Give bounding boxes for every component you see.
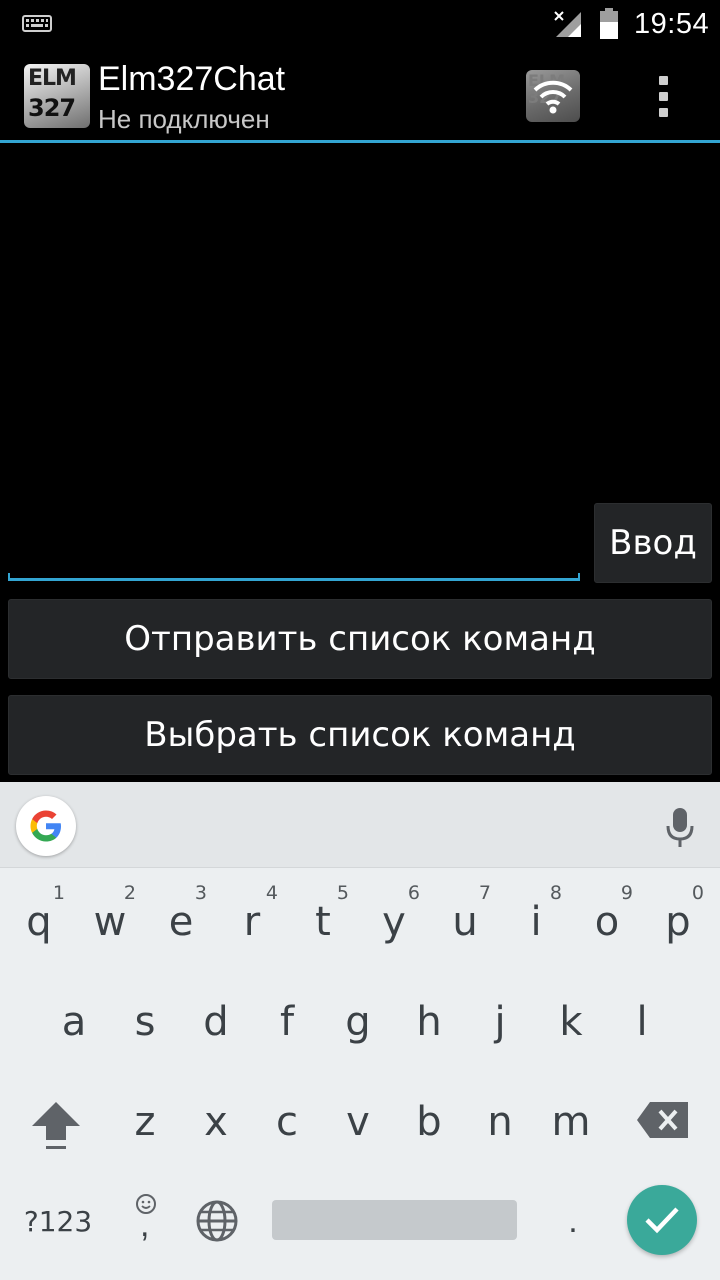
wifi-icon [533, 80, 573, 114]
space-bar[interactable] [272, 1200, 517, 1240]
status-time: 19:54 [634, 8, 710, 40]
key-hint: 2 [123, 882, 136, 904]
status-bar: 19:54 [0, 0, 720, 48]
command-input[interactable] [8, 505, 580, 583]
key-b[interactable]: b [399, 1082, 459, 1162]
key-label: t [315, 899, 331, 945]
key-label: q [26, 899, 52, 945]
emoji-comma-key[interactable]: , [128, 1192, 164, 1244]
key-hint: 5 [336, 882, 349, 904]
key-label: u [452, 899, 478, 945]
keyboard-icon [22, 15, 52, 32]
key-label: e [168, 899, 194, 945]
key-g[interactable]: g [328, 982, 388, 1062]
key-hint: 3 [194, 882, 207, 904]
connection-status: Не подключен [98, 104, 270, 134]
key-f[interactable]: f [257, 982, 317, 1062]
overflow-dot [659, 108, 668, 117]
key-o[interactable]: 9o [577, 882, 637, 962]
key-u[interactable]: 7u [435, 882, 495, 962]
key-t[interactable]: 5t [293, 882, 353, 962]
symbols-key[interactable]: ?123 [18, 1196, 98, 1246]
key-q[interactable]: 1q [9, 882, 69, 962]
key-hint: 9 [620, 882, 633, 904]
mic-icon[interactable] [664, 806, 696, 850]
overflow-menu-icon[interactable] [650, 74, 678, 118]
key-z[interactable]: z [115, 1082, 175, 1162]
key-e[interactable]: 3e [151, 882, 211, 962]
check-icon [645, 1207, 679, 1234]
key-label: o [594, 899, 620, 945]
soft-keyboard: 1q 2w 3e 4r 5t 6y 7u 8i 9o 0p a s d f g … [0, 782, 720, 1280]
key-r[interactable]: 4r [222, 882, 282, 962]
signal-icon [554, 11, 581, 37]
select-command-list-button[interactable]: Выбрать список команд [8, 695, 712, 775]
comma-label: , [140, 1206, 150, 1244]
battery-icon [600, 8, 618, 39]
backspace-icon[interactable] [636, 1100, 690, 1140]
key-h[interactable]: h [399, 982, 459, 1062]
key-hint: 1 [52, 882, 65, 904]
key-hint: 6 [407, 882, 420, 904]
key-y[interactable]: 6y [364, 882, 424, 962]
action-bar: ELM 327 Elm327Chat Не подключен ELM 327 [0, 48, 720, 142]
logo-text-line2: 327 [28, 94, 76, 122]
key-m[interactable]: m [541, 1082, 601, 1162]
key-label: y [382, 899, 406, 945]
key-hint: 7 [478, 882, 491, 904]
key-hint: 0 [691, 882, 704, 904]
send-command-list-button[interactable]: Отправить список команд [8, 599, 712, 679]
key-l[interactable]: l [612, 982, 672, 1062]
period-key[interactable]: . [556, 1196, 590, 1246]
key-s[interactable]: s [115, 982, 175, 1062]
command-input-underline [8, 573, 580, 581]
key-p[interactable]: 0p [648, 882, 708, 962]
key-label: w [93, 899, 127, 945]
chat-log [0, 143, 720, 498]
key-n[interactable]: n [470, 1082, 530, 1162]
keyboard-toolbar [0, 782, 720, 868]
key-j[interactable]: j [470, 982, 530, 1062]
shift-icon[interactable] [28, 1100, 84, 1152]
key-d[interactable]: d [186, 982, 246, 1062]
google-search-button[interactable] [16, 796, 76, 856]
key-hint: 4 [265, 882, 278, 904]
key-c[interactable]: c [257, 1082, 317, 1162]
key-v[interactable]: v [328, 1082, 388, 1162]
key-label: p [665, 899, 691, 945]
overflow-dot [659, 76, 668, 85]
keyboard-enter-button[interactable] [627, 1185, 697, 1255]
google-icon [30, 810, 61, 842]
key-x[interactable]: x [186, 1082, 246, 1162]
key-w[interactable]: 2w [80, 882, 140, 962]
key-label: r [243, 899, 261, 945]
overflow-dot [659, 92, 668, 101]
app-title: Elm327Chat [98, 60, 286, 98]
key-hint: 8 [549, 882, 562, 904]
app-logo: ELM 327 [24, 64, 90, 128]
enter-button[interactable]: Ввод [594, 503, 712, 583]
logo-text-line1: ELM [28, 66, 77, 91]
wifi-connect-button[interactable]: ELM 327 [526, 70, 580, 122]
key-k[interactable]: k [541, 982, 601, 1062]
key-label: i [530, 899, 542, 945]
key-i[interactable]: 8i [506, 882, 566, 962]
globe-icon[interactable] [194, 1198, 240, 1244]
key-a[interactable]: a [44, 982, 104, 1062]
